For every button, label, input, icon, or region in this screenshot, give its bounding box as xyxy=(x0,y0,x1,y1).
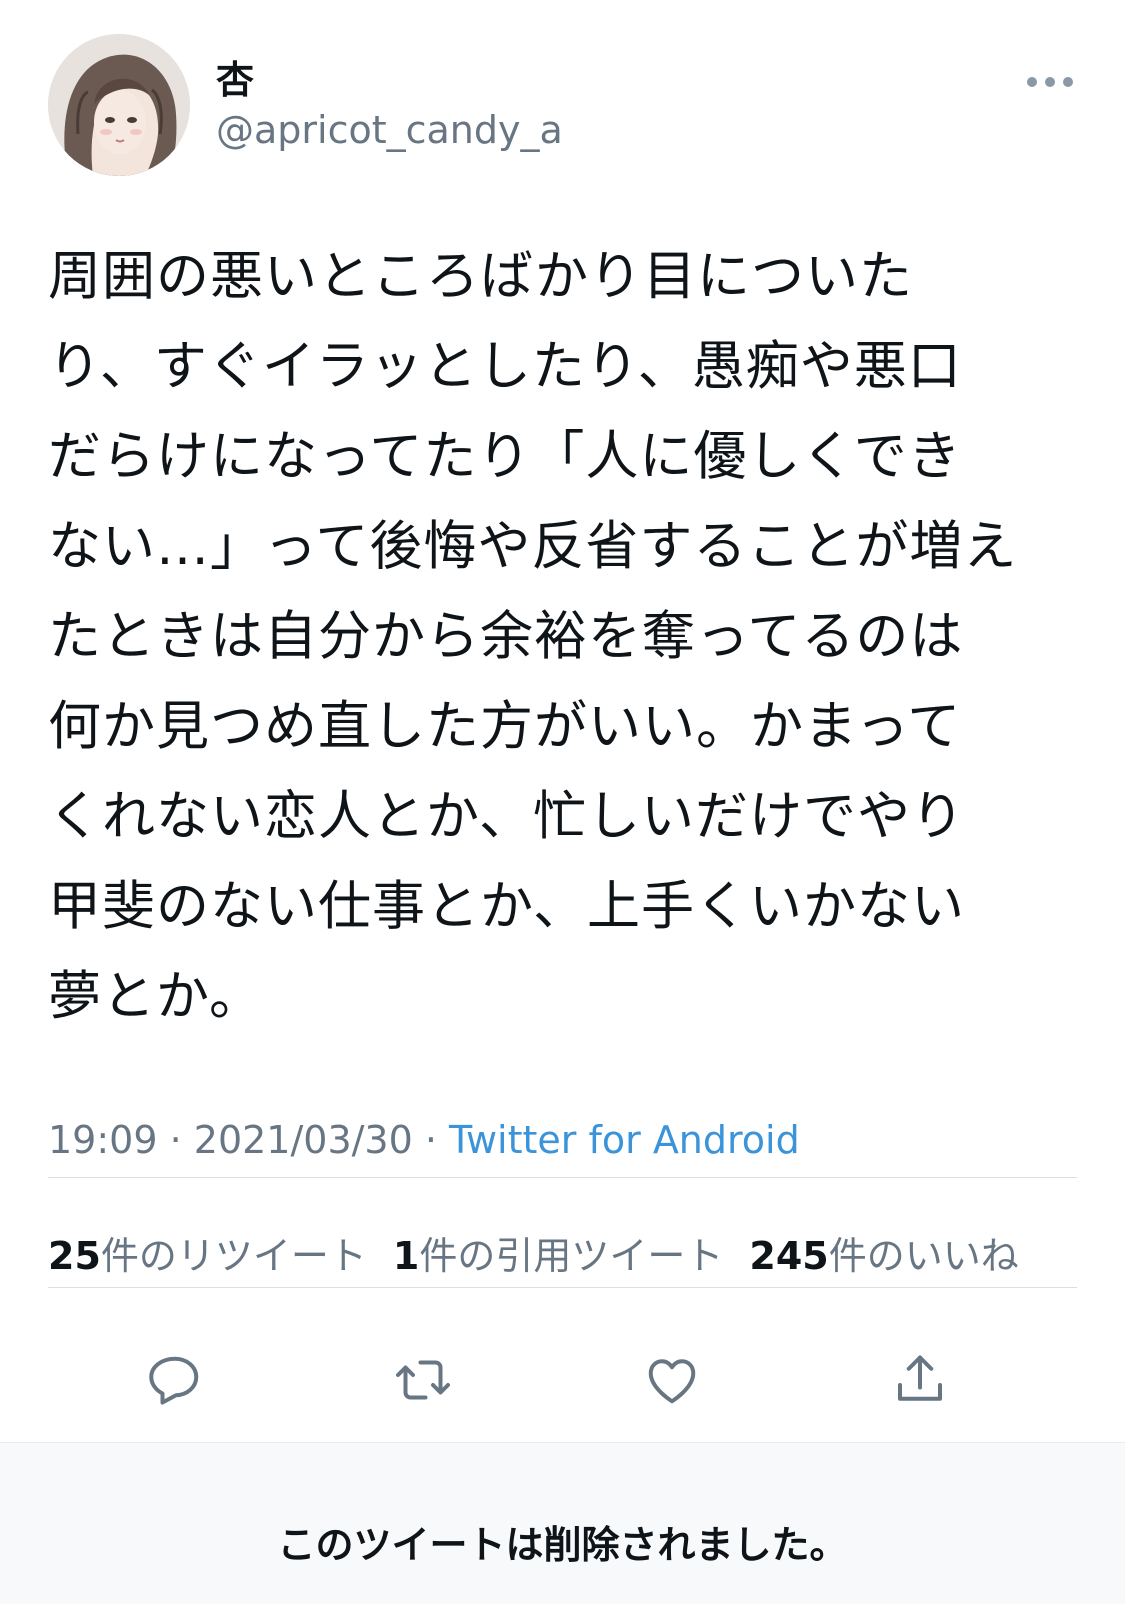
retweets-stat[interactable]: 25件のリツイート xyxy=(48,1232,367,1280)
tweet-date: 2021/03/30 xyxy=(193,1118,413,1162)
more-dot-icon xyxy=(1027,77,1037,87)
more-options-button[interactable] xyxy=(1020,62,1080,102)
tweet-card: 杏 @apricot_candy_a 周囲の悪いところばかり目についた り、すぐ… xyxy=(0,0,1125,1442)
like-button[interactable] xyxy=(632,1340,712,1420)
divider xyxy=(48,1177,1077,1178)
retweet-button[interactable] xyxy=(383,1340,463,1420)
tweet-stats: 25件のリツイート 1件の引用ツイート 245件のいいね xyxy=(48,1232,1045,1280)
likes-count: 245 xyxy=(749,1234,829,1278)
display-name[interactable]: 杏 xyxy=(216,56,254,104)
share-icon xyxy=(898,1355,942,1401)
like-icon xyxy=(648,1359,696,1404)
likes-stat[interactable]: 245件のいいね xyxy=(749,1232,1018,1280)
action-bar xyxy=(0,1340,1125,1420)
likes-label: 件のいいね xyxy=(828,1234,1019,1278)
more-dot-icon xyxy=(1063,77,1073,87)
tweet-meta: 19:09 · 2021/03/30 · Twitter for Android xyxy=(48,1116,800,1164)
reply-icon xyxy=(149,1356,199,1405)
divider xyxy=(48,1287,1077,1288)
more-dot-icon xyxy=(1045,77,1055,87)
deleted-tweet-notice: このツイートは削除されました。 xyxy=(277,1523,848,1567)
reply-button[interactable] xyxy=(135,1340,215,1420)
tweet-time: 19:09 xyxy=(48,1118,158,1162)
tweet-source-link[interactable]: Twitter for Android xyxy=(449,1118,800,1162)
retweet-icon xyxy=(396,1360,450,1400)
quotes-label: 件の引用ツイート xyxy=(419,1234,724,1278)
avatar[interactable] xyxy=(48,34,190,176)
quotes-count: 1 xyxy=(392,1234,420,1278)
retweets-count: 25 xyxy=(48,1234,101,1278)
meta-separator: · xyxy=(412,1118,450,1162)
user-handle[interactable]: @apricot_candy_a xyxy=(216,106,563,154)
retweets-label: 件のリツイート xyxy=(100,1234,367,1278)
share-button[interactable] xyxy=(880,1340,960,1420)
tweet-text: 周囲の悪いところばかり目についた り、すぐイラッとしたり、愚痴や悪口 だらけにな… xyxy=(48,246,1018,1027)
meta-separator: · xyxy=(157,1118,194,1162)
deleted-tweet-panel: このツイートは削除されました。 xyxy=(0,1442,1125,1604)
avatar-illustration-icon xyxy=(48,34,190,176)
quotes-stat[interactable]: 1件の引用ツイート xyxy=(393,1232,723,1280)
